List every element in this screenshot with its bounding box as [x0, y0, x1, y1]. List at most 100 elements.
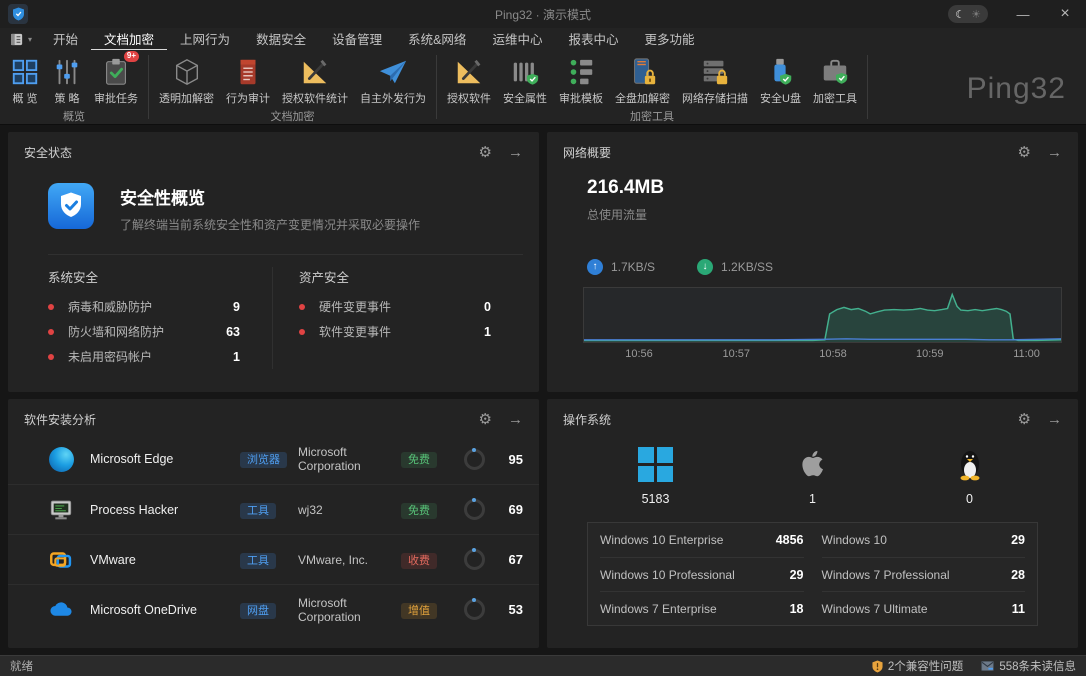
- compatibility-issues[interactable]: 2个兼容性问题: [872, 658, 963, 674]
- paper-plane-icon: [378, 55, 408, 89]
- template-list-icon: [566, 55, 596, 89]
- software-row[interactable]: Process Hacker 工具 wj32 免费 69: [8, 484, 539, 534]
- list-item[interactable]: 防火墙和网络防护 63: [48, 319, 272, 344]
- ribbon-item-authorized-software[interactable]: 授权软件: [441, 55, 497, 106]
- download-rate-value: 1.2KB/SS: [721, 260, 773, 274]
- gear-icon[interactable]: ⚙: [1018, 412, 1031, 427]
- table-row[interactable]: Windows 10 Professional 29: [600, 557, 804, 591]
- alert-dot-icon: [48, 304, 54, 310]
- ribbon-item-encryption-tools[interactable]: 加密工具: [807, 55, 863, 106]
- ribbon-item-policy[interactable]: 策 略: [46, 55, 88, 106]
- edge-app-icon: [48, 446, 74, 472]
- tab-report-center[interactable]: 报表中心: [555, 27, 631, 51]
- os-name: Windows 10: [822, 533, 887, 547]
- ribbon-group-label: 概览: [0, 106, 148, 129]
- ribbon-item-label: 行为审计: [226, 90, 270, 106]
- ribbon-item-transparent-encryption[interactable]: 透明加解密: [153, 55, 220, 106]
- ribbon-item-secure-usb[interactable]: 安全U盘: [754, 55, 807, 106]
- tab-system-network[interactable]: 系统&网络: [395, 27, 479, 51]
- list-menu-icon: [10, 33, 25, 46]
- software-row[interactable]: VMware 工具 VMware, Inc. 收费 67: [8, 534, 539, 584]
- price-badge: 免费: [401, 452, 437, 468]
- tab-start[interactable]: 开始: [40, 27, 91, 51]
- software-row[interactable]: Microsoft OneDrive 网盘 Microsoft Corporat…: [8, 584, 539, 634]
- window-title: Ping32 · 演示模式: [0, 6, 1086, 23]
- platform-apple[interactable]: 1: [734, 442, 891, 506]
- ribbon-item-label: 审批模板: [559, 90, 603, 106]
- security-overview-subtitle: 了解终端当前系统安全性和资产变更情况并采取必要操作: [120, 216, 420, 233]
- network-traffic-chart[interactable]: [583, 287, 1062, 343]
- sun-icon: ☀: [971, 8, 981, 21]
- software-vendor: Microsoft Corporation: [298, 596, 401, 624]
- list-item[interactable]: 硬件变更事件 0: [299, 294, 523, 319]
- software-score: 53: [495, 602, 523, 617]
- ribbon-item-outgoing-behavior[interactable]: 自主外发行为: [354, 55, 432, 106]
- tab-ops-center[interactable]: 运维中心: [479, 27, 555, 51]
- panel-operating-system: 操作系统 ⚙ → 5183 1: [547, 399, 1078, 648]
- cube-icon: [172, 55, 202, 89]
- compatibility-text: 2个兼容性问题: [888, 658, 963, 674]
- theme-toggle[interactable]: ☾ ☀: [948, 5, 988, 23]
- ribbon-group-doc-encryption: 透明加解密 行为审计 授权软件统计: [149, 50, 436, 124]
- item-value: 9: [233, 300, 240, 314]
- ribbon-item-behavior-audit[interactable]: 行为审计: [220, 55, 276, 106]
- ribbon-item-approval-templates[interactable]: 审批模板: [553, 55, 609, 106]
- ribbon-group-encryption-tools: 授权软件 安全属性 审批模板: [437, 50, 867, 124]
- table-row[interactable]: Windows 7 Professional 28: [822, 557, 1026, 591]
- platform-linux[interactable]: 0: [891, 442, 1048, 506]
- table-row[interactable]: Windows 7 Enterprise 18: [600, 591, 804, 625]
- arrow-right-icon[interactable]: →: [1047, 412, 1062, 427]
- unread-messages[interactable]: 558条未读信息: [981, 658, 1076, 674]
- item-value: 0: [484, 300, 491, 314]
- security-overview[interactable]: 安全性概览 了解终端当前系统安全性和资产变更情况并采取必要操作: [48, 183, 523, 234]
- tab-data-security[interactable]: 数据安全: [243, 27, 319, 51]
- software-row[interactable]: Microsoft Edge 浏览器 Microsoft Corporation…: [8, 434, 539, 484]
- item-label: 未启用密码帐户: [68, 348, 152, 365]
- list-item[interactable]: 软件变更事件 1: [299, 319, 523, 344]
- tab-document-encryption[interactable]: 文档加密: [91, 27, 167, 51]
- x-tick: 11:00: [1013, 348, 1040, 360]
- gear-icon[interactable]: ⚙: [479, 412, 492, 427]
- ribbon-item-full-disk-encryption[interactable]: 全盘加解密: [609, 55, 676, 106]
- arrow-right-icon[interactable]: →: [508, 145, 523, 160]
- ping32-window: Ping32 · 演示模式 ☾ ☀ — × ▾ 开始 文档加密 上网行为 数据安…: [0, 0, 1086, 676]
- tab-device-management[interactable]: 设备管理: [319, 27, 395, 51]
- os-count: 28: [1011, 568, 1025, 582]
- status-ready-text: 就绪: [10, 658, 33, 674]
- panel-software-analysis: 软件安装分析 ⚙ → Microsoft Edge 浏览器 Microsoft …: [8, 399, 539, 648]
- arrow-right-icon[interactable]: →: [1047, 145, 1062, 160]
- table-row[interactable]: Windows 7 Ultimate 11: [822, 591, 1026, 625]
- table-row[interactable]: Windows 10 Enterprise 4856: [600, 523, 804, 557]
- alert-dot-icon: [299, 329, 305, 335]
- ribbon-item-approval-tasks[interactable]: 9+ 审批任务: [88, 55, 144, 106]
- list-item[interactable]: 病毒和威胁防护 9: [48, 294, 272, 319]
- ribbon-item-authorized-software-stats[interactable]: 授权软件统计: [276, 55, 354, 106]
- download-rate: ↓ 1.2KB/SS: [697, 259, 773, 275]
- close-button[interactable]: ×: [1044, 0, 1086, 28]
- arrow-right-icon[interactable]: →: [508, 412, 523, 427]
- alert-dot-icon: [48, 329, 54, 335]
- total-traffic-label: 总使用流量: [587, 206, 1078, 223]
- file-menu-button[interactable]: ▾: [0, 33, 40, 46]
- tab-more-features[interactable]: 更多功能: [631, 27, 707, 51]
- software-name: VMware: [90, 553, 240, 567]
- platform-windows[interactable]: 5183: [577, 442, 734, 506]
- shield-check-icon: [48, 183, 94, 234]
- ribbon-item-overview[interactable]: 概 览: [4, 55, 46, 106]
- upload-rate: ↑ 1.7KB/S: [587, 259, 655, 275]
- item-label: 硬件变更事件: [319, 298, 391, 315]
- ribbon-item-network-storage-scan[interactable]: 网络存储扫描: [676, 55, 754, 106]
- ribbon-group-label: 文档加密: [149, 106, 436, 129]
- table-row[interactable]: Windows 10 29: [822, 523, 1026, 557]
- menu-caret-icon: ▾: [28, 35, 32, 44]
- ribbon-item-label: 透明加解密: [159, 90, 214, 106]
- tab-web-behavior[interactable]: 上网行为: [167, 27, 243, 51]
- gear-icon[interactable]: ⚙: [1018, 145, 1031, 160]
- ruler-pencil-icon: [300, 55, 330, 89]
- ribbon-item-security-attributes[interactable]: 安全属性: [497, 55, 553, 106]
- os-count: 4856: [776, 533, 804, 547]
- list-item[interactable]: 未启用密码帐户 1: [48, 344, 272, 369]
- minimize-button[interactable]: —: [1002, 0, 1044, 28]
- item-label: 防火墙和网络防护: [68, 323, 164, 340]
- gear-icon[interactable]: ⚙: [479, 145, 492, 160]
